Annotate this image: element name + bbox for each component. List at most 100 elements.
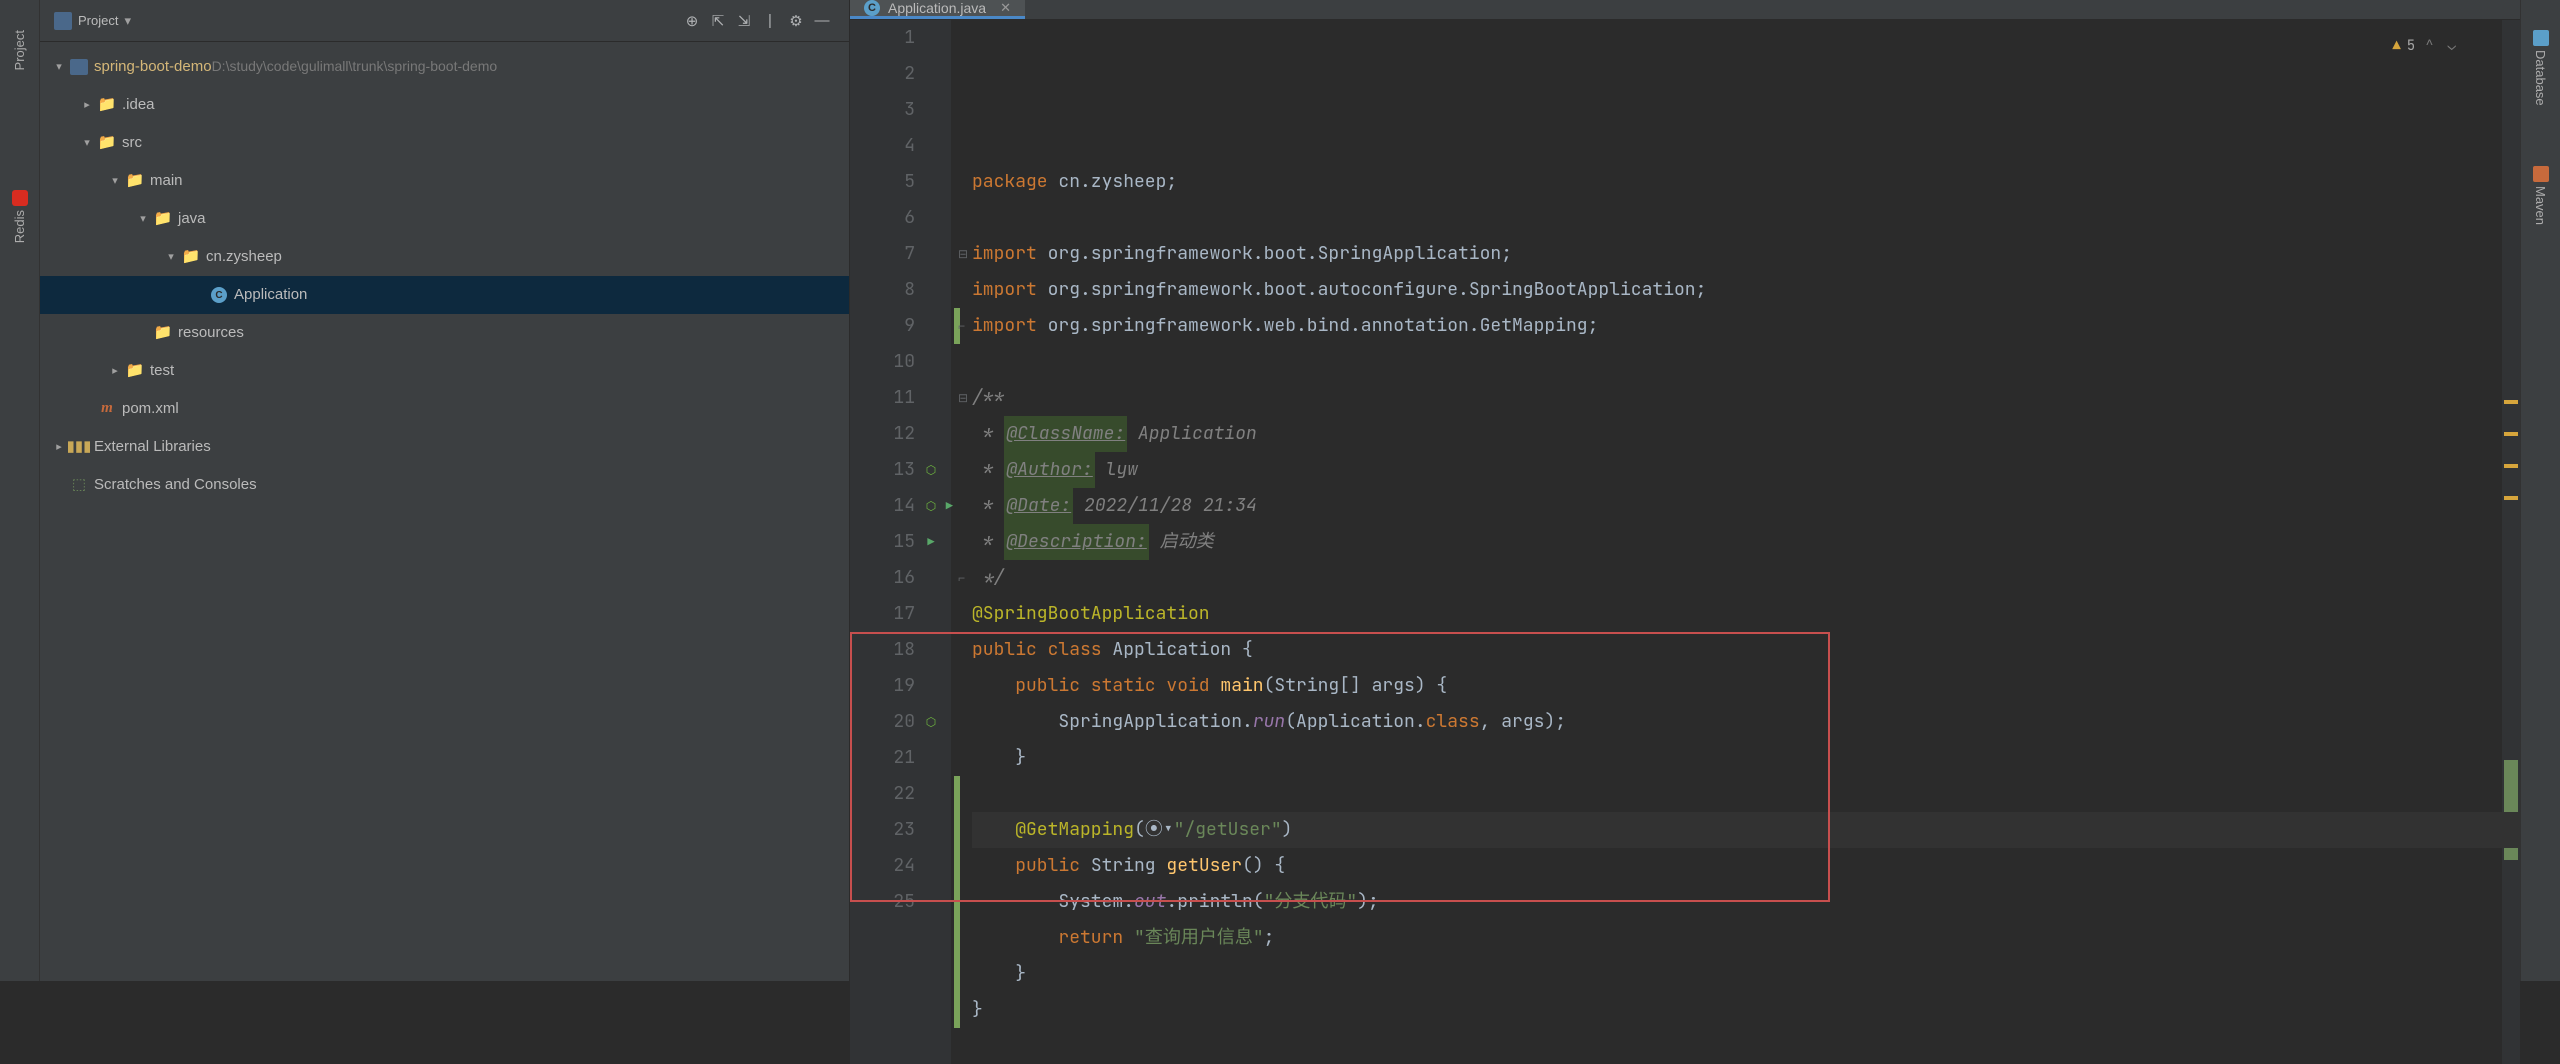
code-line[interactable]: @GetMapping(⦿▾"/getUser")	[972, 812, 2520, 848]
code-line[interactable]: ⊟import org.springframework.boot.SpringA…	[972, 236, 2520, 272]
tree-row-scratches-and-consoles[interactable]: ⬚Scratches and Consoles	[40, 466, 849, 504]
gear-icon[interactable]: ⚙	[783, 8, 809, 34]
code-line[interactable]: import org.springframework.boot.autoconf…	[972, 272, 2520, 308]
chevron-up-icon[interactable]: ^	[2421, 28, 2437, 64]
tree-row-java[interactable]: ▾📁java	[40, 200, 849, 238]
gutter-line[interactable]: 10	[850, 344, 943, 380]
close-icon[interactable]: ✕	[1000, 0, 1011, 16]
collapse-all-icon[interactable]: ⇲	[731, 8, 757, 34]
code-line[interactable]: * @Description: 启动类	[972, 524, 2520, 560]
gutter-line[interactable]: 22	[850, 776, 943, 812]
tree-row-pom-xml[interactable]: mpom.xml	[40, 390, 849, 428]
code-line[interactable]: ⊟/**	[972, 380, 2520, 416]
tree-row-test[interactable]: ▸📁test	[40, 352, 849, 390]
code-content[interactable]: ▲ 5 ^ ⌄ package cn.zysheep;⊟import org.s…	[952, 20, 2520, 1064]
chevron-down-icon[interactable]: ⌄	[2444, 28, 2460, 64]
spring-gutter-icon[interactable]: ⬡	[923, 714, 939, 730]
tree-row-main[interactable]: ▾📁main	[40, 162, 849, 200]
tab-application-java[interactable]: C Application.java ✕	[850, 0, 1025, 19]
gutter-line[interactable]: 13⬡	[850, 452, 943, 488]
code-line[interactable]: * @ClassName: Application	[972, 416, 2520, 452]
tree-arrow-icon[interactable]: ▾	[106, 172, 124, 191]
code-token: @SpringBootApplication	[972, 596, 1210, 632]
expand-all-icon[interactable]: ⇱	[705, 8, 731, 34]
editor-body[interactable]: 12345678910111213⬡14⬡▶15▶1617181920⬡2122…	[850, 20, 2520, 1064]
gutter-line[interactable]: 7	[850, 236, 943, 272]
gutter-line[interactable]: 14⬡▶	[850, 488, 943, 524]
gutter-line[interactable]: 16	[850, 560, 943, 596]
gutter-line[interactable]: 25	[850, 884, 943, 920]
inspection-badge[interactable]: ▲ 5 ^ ⌄	[2392, 28, 2460, 64]
tree-arrow-icon[interactable]: ▾	[162, 248, 180, 267]
project-panel-title-label: Project	[78, 13, 118, 28]
tree-row-resources[interactable]: 📁resources	[40, 314, 849, 352]
tree-row-spring-boot-demo[interactable]: ▾spring-boot-demo D:\study\code\gulimall…	[40, 48, 849, 86]
spring-run-gutter-icon[interactable]: ⬡▶	[923, 498, 939, 514]
tree-arrow-icon[interactable]: ▾	[134, 210, 152, 229]
gutter-line[interactable]: 2	[850, 56, 943, 92]
fold-icon[interactable]: ⊟	[958, 380, 968, 416]
tree-row-external-libraries[interactable]: ▸▮▮▮External Libraries	[40, 428, 849, 466]
project-tree[interactable]: ▾spring-boot-demo D:\study\code\gulimall…	[40, 42, 849, 981]
project-tool-button[interactable]: Project	[12, 30, 27, 70]
gutter-line[interactable]: 3	[850, 92, 943, 128]
code-token: org.springframework.web.bind.annotation.…	[1048, 308, 1588, 344]
gutter[interactable]: 12345678910111213⬡14⬡▶15▶1617181920⬡2122…	[850, 20, 952, 1064]
fold-icon[interactable]: ⌐	[958, 308, 965, 344]
code-token: 2022/11/28 21:34	[1073, 488, 1257, 524]
code-line[interactable]: return "查询用户信息";	[972, 920, 2520, 956]
code-line[interactable]	[972, 776, 2520, 812]
code-line[interactable]: }	[972, 992, 2520, 1028]
code-token: ,	[1480, 704, 1502, 740]
fold-icon[interactable]: ⌐	[958, 560, 965, 596]
tree-row-application[interactable]: CApplication	[40, 276, 849, 314]
tree-row-cn-zysheep[interactable]: ▾📁cn.zysheep	[40, 238, 849, 276]
tree-arrow-icon[interactable]: ▾	[78, 134, 96, 153]
gutter-line[interactable]: 1	[850, 20, 943, 56]
code-line[interactable]: @SpringBootApplication	[972, 596, 2520, 632]
run-gutter-icon[interactable]: ▶	[923, 534, 939, 550]
project-panel-title[interactable]: Project ▾	[54, 12, 131, 30]
gutter-line[interactable]: 8	[850, 272, 943, 308]
gutter-line[interactable]: 21	[850, 740, 943, 776]
hide-icon[interactable]: —	[809, 8, 835, 34]
gutter-line[interactable]: 12	[850, 416, 943, 452]
gutter-line[interactable]: 23	[850, 812, 943, 848]
gutter-line[interactable]: 20⬡	[850, 704, 943, 740]
code-line[interactable]	[972, 344, 2520, 380]
tree-arrow-icon[interactable]: ▸	[50, 438, 68, 457]
code-line[interactable]	[972, 1028, 2520, 1064]
gutter-line[interactable]: 9	[850, 308, 943, 344]
gutter-line[interactable]: 24	[850, 848, 943, 884]
fold-icon[interactable]: ⊟	[958, 236, 968, 272]
code-line[interactable]: ⌐ */	[972, 560, 2520, 596]
gutter-line[interactable]: 5	[850, 164, 943, 200]
code-line[interactable]: ⌐import org.springframework.web.bind.ann…	[972, 308, 2520, 344]
code-line[interactable]: public static void main(String[] args) {	[972, 668, 2520, 704]
code-line[interactable]: public class Application {	[972, 632, 2520, 668]
locate-icon[interactable]: ⊕	[679, 8, 705, 34]
gutter-line[interactable]: 6	[850, 200, 943, 236]
tree-arrow-icon[interactable]: ▸	[106, 362, 124, 381]
code-line[interactable]: * @Date: 2022/11/28 21:34	[972, 488, 2520, 524]
gutter-line[interactable]: 17	[850, 596, 943, 632]
code-line[interactable]: }	[972, 956, 2520, 992]
tree-row-src[interactable]: ▾📁src	[40, 124, 849, 162]
code-line[interactable]	[972, 200, 2520, 236]
gutter-line[interactable]: 11	[850, 380, 943, 416]
gutter-line[interactable]: 18	[850, 632, 943, 668]
gutter-line[interactable]: 19	[850, 668, 943, 704]
code-line[interactable]: package cn.zysheep;	[972, 164, 2520, 200]
code-line[interactable]: * @Author: lyw	[972, 452, 2520, 488]
gutter-line[interactable]: 4	[850, 128, 943, 164]
tree-row--idea[interactable]: ▸📁.idea	[40, 86, 849, 124]
redis-tool-button[interactable]: Redis	[12, 190, 28, 243]
tree-arrow-icon[interactable]: ▾	[50, 58, 68, 77]
spring-gutter-icon[interactable]: ⬡	[923, 462, 939, 478]
tree-arrow-icon[interactable]: ▸	[78, 96, 96, 115]
gutter-line[interactable]: 15▶	[850, 524, 943, 560]
code-line[interactable]: System.out.println("分支代码");	[972, 884, 2520, 920]
code-line[interactable]: public String getUser() {	[972, 848, 2520, 884]
code-line[interactable]: }	[972, 740, 2520, 776]
code-line[interactable]: SpringApplication.run(Application.class,…	[972, 704, 2520, 740]
